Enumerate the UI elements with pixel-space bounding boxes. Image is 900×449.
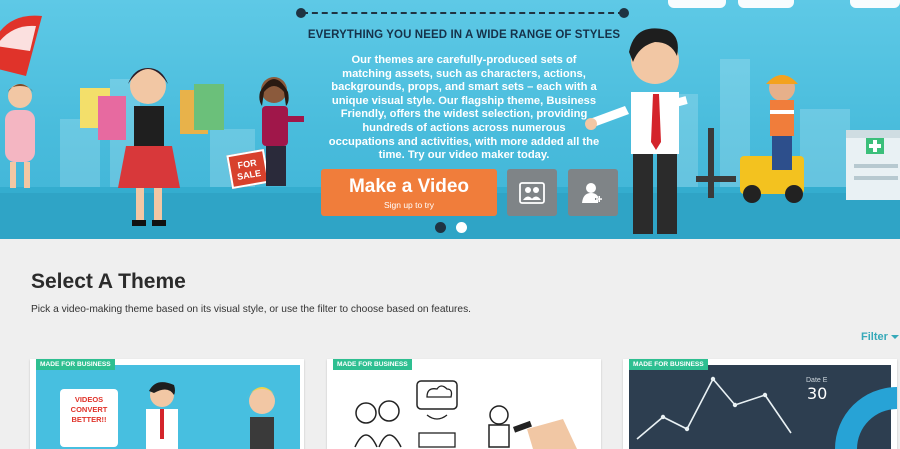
theme-card-infographics[interactable]: MADE FOR BUSINESS Date E 30 <box>623 359 897 449</box>
card-character-man <box>146 382 178 449</box>
character-worker-forklift <box>696 75 804 203</box>
hero-description: Our themes are carefully-produced sets o… <box>328 54 600 162</box>
characters-button[interactable] <box>507 169 557 216</box>
card-thumbnail: VIDEOS CONVERT BETTER!! <box>36 365 300 449</box>
add-user-button[interactable] <box>568 169 618 216</box>
chart-value: 30 <box>807 384 828 403</box>
theme-card-whiteboard[interactable]: MADE FOR BUSINESS <box>327 359 601 449</box>
hero-heading: EVERYTHING YOU NEED IN A WIDE RANGE OF S… <box>307 29 621 41</box>
card-thumbnail-sketch <box>327 359 601 449</box>
carousel-dot-2[interactable] <box>456 222 467 233</box>
top-nav-tab[interactable] <box>668 0 726 8</box>
theme-card-business-friendly[interactable]: MADE FOR BUSINESS VIDEOS CONVERT BETTER!… <box>30 359 304 449</box>
page-title: Select A Theme <box>31 270 186 293</box>
card-thumbnail-chart <box>623 359 897 449</box>
page-description: Pick a video-making theme based on its v… <box>31 304 471 315</box>
divider-line <box>302 12 624 14</box>
character-business-woman <box>259 77 304 186</box>
make-video-button[interactable]: Make a Video Sign up to try <box>321 169 497 216</box>
add-user-icon <box>582 182 603 203</box>
filter-dropdown[interactable]: Filter <box>861 331 899 343</box>
card-character-woman <box>246 387 278 449</box>
top-nav-tab[interactable] <box>738 0 794 8</box>
hero-banner: FOR SALE EVERYTHING YOU NEED IN A WIDE R… <box>0 0 900 239</box>
caret-down-icon <box>890 335 899 340</box>
divider-dot-left <box>296 8 306 18</box>
people-icon <box>519 181 545 204</box>
made-for-business-badge: MADE FOR BUSINESS <box>629 359 708 370</box>
make-video-label: Make a Video <box>348 176 470 197</box>
divider-dot-right <box>619 8 629 18</box>
character-shopping-woman <box>80 68 224 226</box>
top-nav-tab[interactable] <box>850 0 900 8</box>
character-woman-left <box>5 84 35 188</box>
umbrella-illustration <box>0 15 42 76</box>
filter-label: Filter <box>861 331 888 343</box>
made-for-business-badge: MADE FOR BUSINESS <box>333 359 412 370</box>
speech-text: VIDEOS CONVERT BETTER!! <box>70 395 108 424</box>
speech-bubble: VIDEOS CONVERT BETTER!! <box>60 389 118 447</box>
chart-label: Date E <box>806 377 828 384</box>
building-hospital <box>846 130 900 200</box>
carousel-dot-1[interactable] <box>435 222 446 233</box>
made-for-business-badge: MADE FOR BUSINESS <box>36 359 115 370</box>
sign-up-label: Sign up to try <box>383 200 435 210</box>
